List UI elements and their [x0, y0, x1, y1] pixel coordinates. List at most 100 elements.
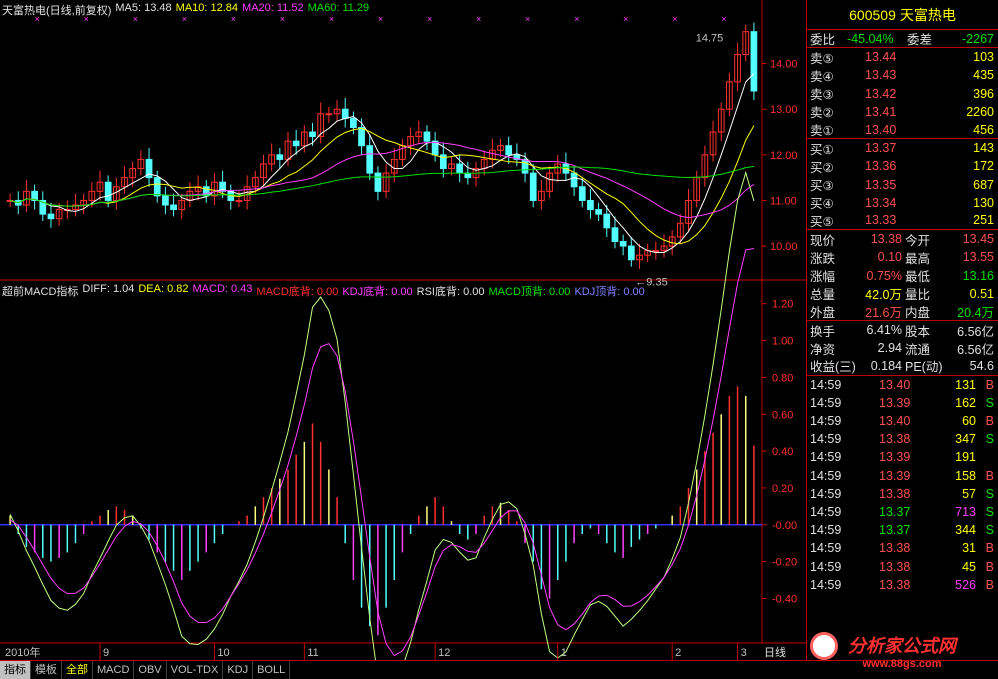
candle-body	[595, 209, 602, 215]
bid-label: 买⑤	[810, 214, 834, 229]
stat-label: 换手	[810, 324, 836, 339]
candle-body	[423, 131, 431, 142]
stat-value: 13.45	[962, 232, 994, 247]
tab-4[interactable]: OBV	[134, 660, 167, 679]
bid-price: 13.35	[865, 177, 897, 192]
candle-body	[104, 181, 112, 201]
date-label: 11	[307, 647, 318, 659]
ma20-label: MA20: 11.52	[242, 2, 304, 14]
macd-axis-label: 0.40	[772, 446, 793, 458]
tab-7[interactable]: BOLL	[253, 660, 291, 679]
ask-label: 卖②	[810, 106, 834, 121]
tab-0[interactable]: 指标	[0, 660, 31, 679]
tick-time: 14:59	[810, 541, 842, 556]
ma5-line	[9, 73, 755, 253]
signal-marker: ×	[574, 14, 579, 24]
tick-row: 14:59 13.37 344 S	[807, 521, 998, 539]
tick-side: S	[985, 432, 994, 447]
date-label: 12	[438, 647, 450, 659]
candle-body	[309, 131, 316, 138]
stock-name: 天富热电	[899, 6, 956, 23]
ask-row: 卖⑤ 13.44 103	[807, 48, 998, 66]
chart-svg[interactable]: 14.0013.0012.0011.0010.0014.75←9.35× × × × ×…	[0, 0, 806, 660]
stat-row: 外盘 21.6万 内盘 20.4万	[807, 303, 998, 321]
macd-axis-label: -0.20	[772, 557, 797, 569]
bid-price: 13.34	[865, 195, 897, 210]
tick-row: 14:59 13.39 162 S	[807, 394, 998, 412]
candle-body	[587, 199, 594, 211]
bid-row: 买② 13.36 172	[807, 157, 998, 175]
bid-list: 买① 13.37 143 买② 13.36 172 买③ 13.35 687 买④ 13.34 130…	[807, 139, 998, 231]
macd-chart-title: 超前MACD指标	[2, 286, 79, 298]
tick-time: 14:59	[810, 395, 842, 410]
price-axis-label: 10.00	[770, 241, 798, 253]
bid-row: 买③ 13.35 687	[807, 176, 998, 194]
ask-price: 13.43	[865, 68, 897, 83]
candle-body	[358, 126, 365, 147]
dea-label: DEA: 0.82	[138, 283, 189, 295]
tick-row: 14:59 13.38 526 B	[807, 576, 998, 594]
stat-row: 收益(三) 0.184 PE(动) 54.6	[807, 357, 998, 376]
ask-price: 13.44	[865, 50, 897, 65]
stat-label: 现价	[810, 233, 836, 248]
tick-volume: 45	[962, 559, 976, 574]
signal-marker: ×	[672, 14, 677, 24]
tick-price: 13.38	[879, 486, 911, 501]
candle-body	[619, 241, 627, 247]
macd-legend: 超前MACD指标 DIFF: 1.04 DEA: 0.82 MACD: 0.43…	[2, 283, 649, 299]
tick-row: 14:59 13.38 57 S	[807, 485, 998, 503]
tab-1[interactable]: 模板	[31, 660, 62, 679]
tab-5[interactable]: VOL-TDX	[167, 660, 224, 679]
date-label: 9	[103, 647, 109, 659]
candle-body	[153, 177, 161, 197]
ask-list: 卖⑤ 13.44 103 卖④ 13.43 435 卖③ 13.42 396 卖② 13.41 226…	[807, 48, 998, 140]
bid-row: 买⑤ 13.33 251	[807, 212, 998, 231]
tab-3[interactable]: MACD	[93, 660, 135, 679]
date-label: 10	[217, 647, 229, 659]
tick-side: B	[985, 468, 994, 483]
price-chart-title: 天富热电(日线,前复权)	[2, 5, 112, 17]
candle-body	[627, 245, 635, 261]
tick-time: 14:59	[810, 432, 842, 447]
candle-body	[529, 172, 537, 201]
dea-line	[9, 247, 755, 657]
tab-6[interactable]: KDJ	[223, 660, 254, 679]
stat-label: 外盘	[810, 305, 836, 320]
tick-time: 14:59	[810, 504, 842, 519]
stat-row: 净资 2.94 流通 6.56亿	[807, 339, 998, 357]
stat-value: 0.10	[877, 250, 902, 265]
tick-price: 13.37	[879, 523, 911, 538]
quote-panel: 600509 天富热电 委比 -45.04% 委差 -2267 卖⑤ 13.44 1…	[806, 0, 998, 660]
weibi-label: 委比	[810, 33, 836, 48]
period-label[interactable]: 日线	[764, 644, 786, 660]
ma5-label: MA5: 13.48	[115, 2, 172, 14]
tab-2[interactable]: 全部	[62, 660, 93, 679]
stock-code: 600509	[849, 6, 896, 23]
ma10-label: MA10: 12.84	[175, 2, 239, 14]
ask-row: 卖③ 13.42 396	[807, 85, 998, 103]
tick-side: B	[985, 541, 994, 556]
stat-label: 内盘	[905, 305, 931, 320]
macd-axis-label: 0.80	[772, 372, 793, 384]
tick-volume: 526	[955, 577, 976, 592]
candle-body	[456, 163, 464, 174]
stat-label: 今开	[905, 233, 931, 248]
stat-value: 42.0万	[865, 288, 902, 303]
stat-label: 量比	[905, 288, 931, 303]
tick-row: 14:59 13.38 31 B	[807, 539, 998, 557]
date-label: 2010年	[5, 645, 40, 659]
tick-volume: 31	[962, 541, 976, 556]
stat-value: 13.16	[962, 268, 994, 283]
stat-value: 0.51	[969, 286, 994, 301]
candle-body	[325, 113, 333, 116]
tick-volume: 131	[955, 377, 976, 392]
bid-volume: 687	[973, 177, 994, 192]
stat-value: 54.6	[969, 358, 994, 373]
ask-label: 卖③	[810, 88, 834, 103]
candle-body	[652, 250, 660, 253]
date-label: 1	[561, 647, 567, 659]
chart-area[interactable]: 14.00 13.00 12.00 11.00 10.00 14.75 ←9.35 × × × × ×…	[0, 0, 806, 660]
watermark-text: 分析家公式网	[848, 635, 956, 656]
stat-value: 0.184	[870, 358, 902, 373]
macd-axis-label: -0.40	[772, 593, 797, 605]
